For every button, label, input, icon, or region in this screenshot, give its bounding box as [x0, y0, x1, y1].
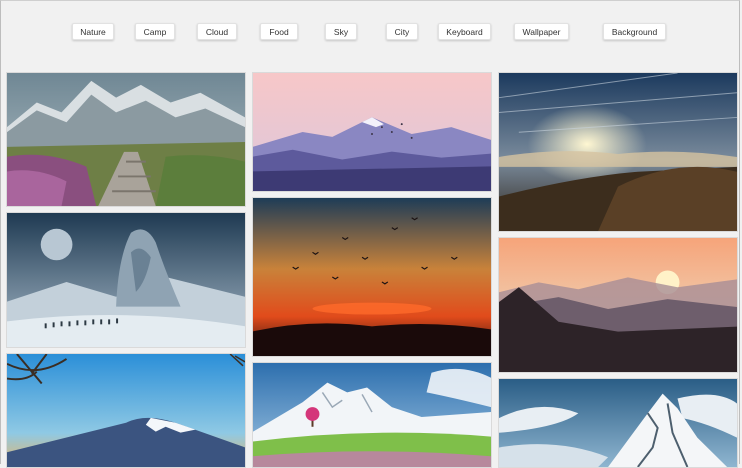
gallery-image-purple-mountains[interactable]: [252, 72, 492, 192]
stone-giant-image: [7, 213, 245, 347]
tag-nature-button[interactable]: Nature: [72, 23, 114, 40]
gallery-image-snowy-summit[interactable]: [498, 378, 738, 468]
mount-fuji-image: [7, 354, 245, 467]
misty-sunrise-image: [499, 238, 737, 372]
tag-cloud-button[interactable]: Cloud: [197, 23, 237, 40]
tag-camp-button[interactable]: Camp: [135, 23, 175, 40]
tag-sky-button[interactable]: Sky: [325, 23, 357, 40]
gallery-image-sunset-birds[interactable]: [252, 197, 492, 357]
mountain-path-image: [7, 73, 245, 206]
tag-wallpaper-button[interactable]: Wallpaper: [514, 23, 569, 40]
purple-mountains-image: [253, 73, 491, 191]
snowy-summit-image: [499, 379, 737, 467]
sunset-birds-image: [253, 198, 491, 356]
gallery-image-stone-giant[interactable]: [6, 212, 246, 348]
gallery-image-mount-fuji[interactable]: [6, 353, 246, 468]
tag-background-button[interactable]: Background: [603, 23, 666, 40]
tag-city-button[interactable]: City: [386, 23, 418, 40]
sun-over-clouds-image: [499, 73, 737, 231]
tag-food-button[interactable]: Food: [260, 23, 298, 40]
tag-keyboard-button[interactable]: Keyboard: [438, 23, 491, 40]
snow-mountain-tree-image: [253, 363, 491, 467]
gallery-image-snow-mountain-tree[interactable]: [252, 362, 492, 468]
gallery-image-misty-sunrise[interactable]: [498, 237, 738, 373]
gallery-image-sun-over-clouds[interactable]: [498, 72, 738, 232]
gallery-image-mountain-path[interactable]: [6, 72, 246, 207]
